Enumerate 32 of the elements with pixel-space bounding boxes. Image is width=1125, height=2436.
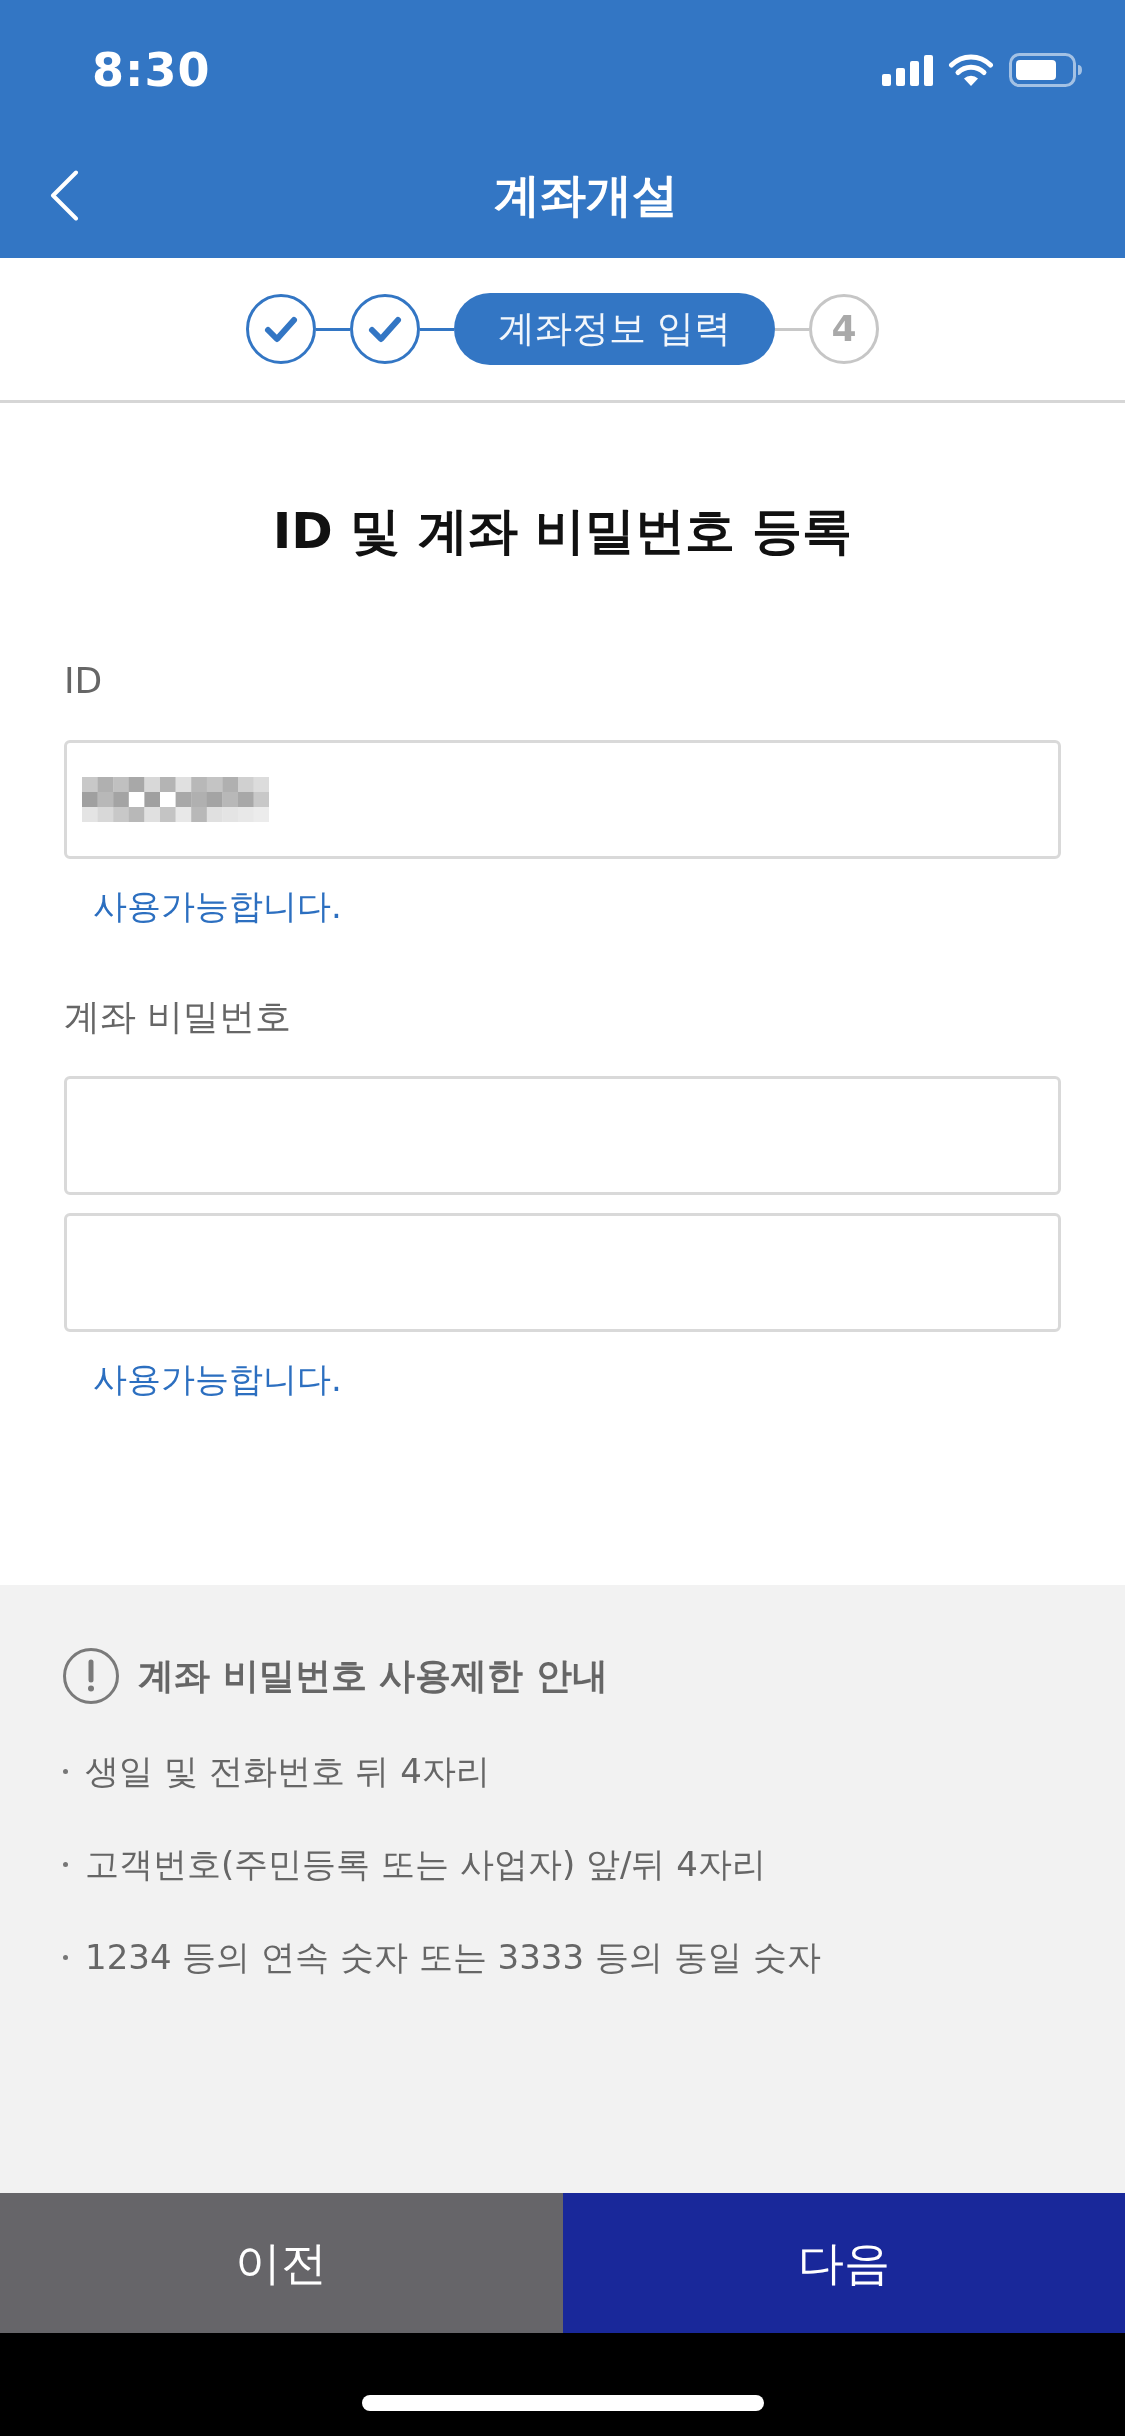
page-heading: ID 및 계좌 비밀번호 등록 bbox=[271, 501, 854, 561]
current-step-pill: 계좌정보 입력 bbox=[454, 293, 775, 365]
screen-title: 계좌개설 bbox=[493, 167, 678, 224]
input-field[interactable] bbox=[64, 1213, 1061, 1332]
check-circle-icon bbox=[246, 294, 316, 364]
cellular-signal-icon bbox=[882, 54, 933, 86]
step-connector bbox=[316, 327, 350, 331]
next-button[interactable]: 다음 bbox=[562, 2193, 1125, 2333]
notice-item: 생일 및 전화번호 뒤 4자리 bbox=[85, 1750, 490, 1793]
wifi-icon bbox=[948, 54, 994, 86]
step-number: 4 bbox=[809, 294, 879, 364]
bullet-dot-icon bbox=[63, 1768, 68, 1774]
previous-button[interactable]: 이전 bbox=[0, 2193, 563, 2333]
field-label: ID bbox=[64, 659, 104, 703]
battery-icon bbox=[1009, 53, 1082, 87]
back-chevron-icon bbox=[50, 169, 79, 221]
notice-item: 고객번호(주민등록 또는 사업자) 앞/뒤 4자리 bbox=[85, 1843, 766, 1886]
status-time: 8:30 bbox=[92, 42, 211, 98]
exclamation-circle-icon bbox=[63, 1648, 119, 1704]
step-connector bbox=[420, 327, 454, 331]
step-connector bbox=[775, 327, 809, 331]
input-field[interactable] bbox=[64, 740, 1061, 859]
validation-message: 사용가능합니다. bbox=[92, 1358, 343, 1401]
pixelated-redaction-icon bbox=[82, 777, 269, 822]
input-field[interactable] bbox=[64, 1076, 1061, 1195]
bullet-dot-icon bbox=[63, 1861, 68, 1867]
validation-message: 사용가능합니다. bbox=[92, 885, 343, 928]
check-circle-icon bbox=[350, 294, 420, 364]
notice-item: 1234 등의 연속 숫자 또는 3333 등의 동일 숫자 bbox=[85, 1936, 821, 1979]
notice-title: 계좌 비밀번호 사용제한 안내 bbox=[138, 1654, 608, 1698]
field-label: 계좌 비밀번호 bbox=[64, 995, 293, 1039]
bullet-dot-icon bbox=[63, 1954, 68, 1960]
